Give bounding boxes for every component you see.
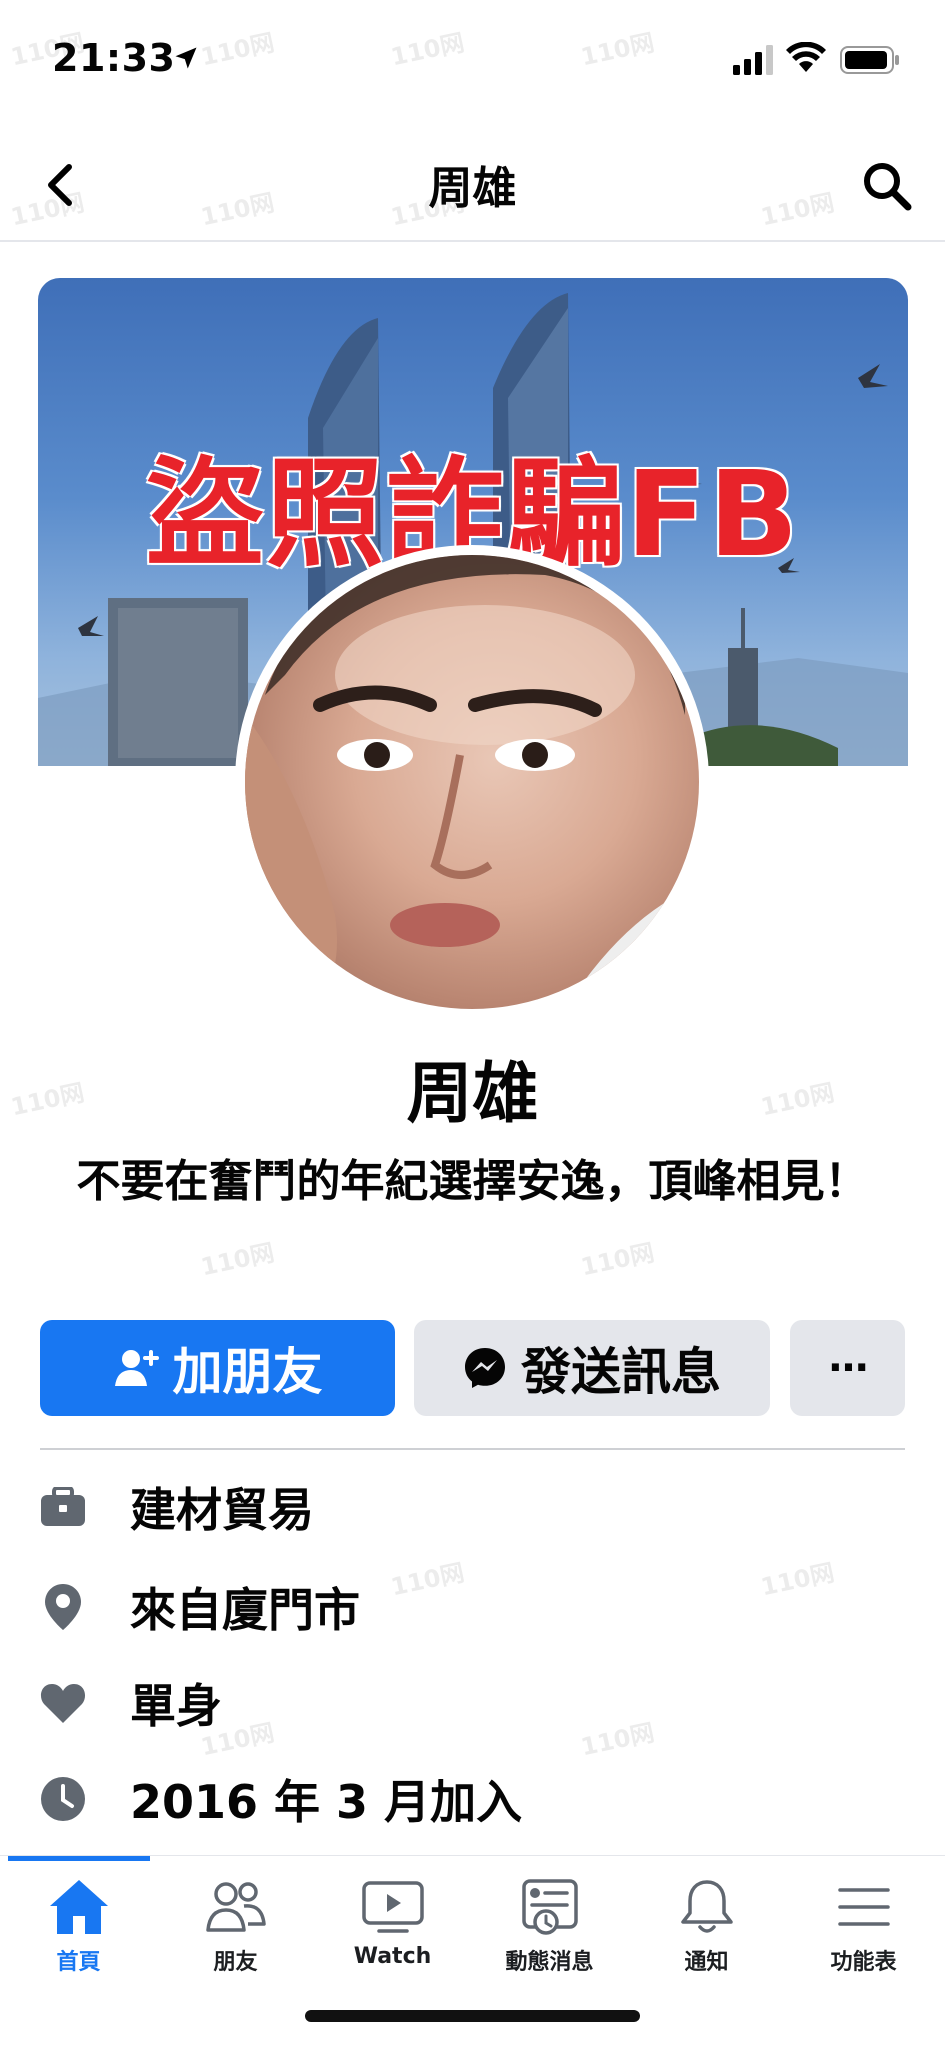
more-options-icon: ··· [827, 1345, 870, 1391]
clock-icon [38, 1774, 88, 1824]
friends-icon [205, 1882, 266, 1932]
home-indicator[interactable] [305, 2010, 640, 2022]
news-feed-icon [521, 1879, 578, 1935]
menu-icon [837, 1888, 890, 1926]
tab-label: 動態消息 [505, 1950, 594, 1975]
battery-icon [840, 46, 899, 74]
tab-label: 通知 [684, 1950, 729, 1975]
heart-icon [38, 1678, 88, 1728]
tab-watch[interactable]: Watch [314, 1878, 471, 1998]
send-message-button[interactable]: 發送訊息 [414, 1320, 770, 1416]
tab-news-feed[interactable]: 動態消息 [471, 1878, 628, 1998]
watermark: 110网 [578, 1238, 657, 1282]
home-icon [49, 1880, 108, 1934]
tab-label: 朋友 [213, 1950, 258, 1975]
add-friend-button[interactable]: 加朋友 [40, 1320, 395, 1416]
info-item-relationship: 單身 [38, 1663, 898, 1743]
profile-photo [245, 555, 699, 1009]
more-options-button[interactable]: ··· [790, 1320, 905, 1416]
tab-notifications[interactable]: 通知 [628, 1878, 785, 1998]
page-title: 周雄 [428, 163, 517, 214]
divider [40, 1448, 905, 1450]
wifi-icon [786, 42, 826, 72]
location-pin-icon [38, 1582, 88, 1632]
tab-friends[interactable]: 朋友 [157, 1878, 314, 1998]
tab-home[interactable]: 首頁 [0, 1878, 157, 1998]
add-friend-label: 加朋友 [172, 1343, 323, 1401]
profile-bio: 不要在奮鬥的年紀選擇安逸，頂峰相見！ [76, 1156, 869, 1207]
info-text: 2016 年 3 月加入 [130, 1775, 523, 1829]
messenger-icon [465, 1348, 505, 1388]
cellular-signal-icon [733, 45, 773, 75]
search-button[interactable] [855, 154, 919, 218]
tab-label: 功能表 [830, 1950, 897, 1975]
bell-icon [680, 1880, 733, 1933]
tab-label: 首頁 [56, 1950, 101, 1975]
nav-header: 周雄 [0, 130, 945, 242]
info-item-hometown: 來自廈門市 [38, 1567, 898, 1647]
location-arrow-icon [175, 47, 197, 69]
status-time: 21:33 [52, 36, 176, 80]
watch-icon [361, 1881, 424, 1933]
send-message-label: 發送訊息 [521, 1343, 721, 1401]
status-bar: 21:33 [0, 0, 945, 110]
tab-menu[interactable]: 功能表 [785, 1878, 942, 1998]
info-text: 單身 [130, 1679, 222, 1733]
tab-label: Watch [353, 1944, 432, 1969]
search-icon [864, 163, 912, 211]
briefcase-icon [38, 1482, 88, 1532]
info-text: 來自廈門市 [130, 1583, 360, 1637]
avatar[interactable] [235, 545, 709, 1019]
info-item-joined: 2016 年 3 月加入 [38, 1759, 898, 1839]
active-tab-indicator [8, 1856, 150, 1861]
watermark: 110网 [198, 1238, 277, 1282]
profile-name: 周雄 [406, 1055, 539, 1132]
info-item-work: 建材貿易 [38, 1467, 898, 1547]
info-text: 建材貿易 [130, 1483, 314, 1537]
add-friend-icon [114, 1350, 159, 1386]
